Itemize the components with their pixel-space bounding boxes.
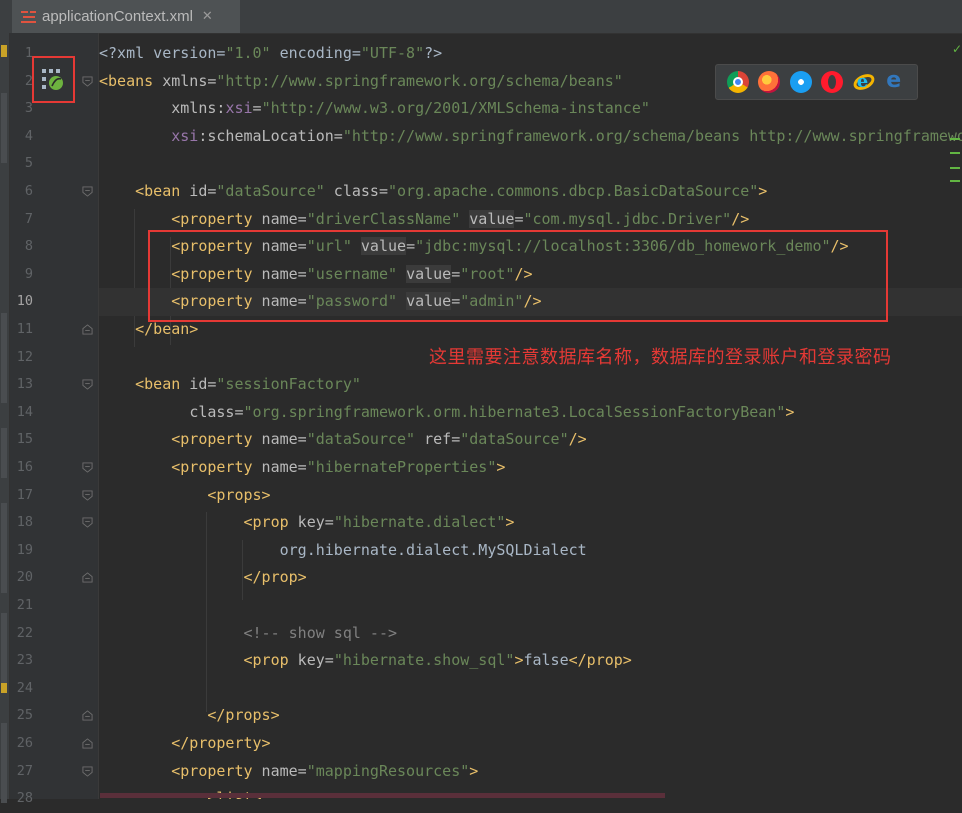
line-number: 13 bbox=[16, 376, 33, 393]
code-line-23: <prop key="hibernate.show_sql">false</pr… bbox=[243, 651, 632, 670]
code-line-15: <property name="dataSource" ref="dataSou… bbox=[171, 430, 587, 449]
firefox-icon[interactable] bbox=[758, 71, 781, 93]
gutter-highlight-box bbox=[32, 56, 75, 103]
line-number: 4 bbox=[24, 127, 33, 144]
code-line-20: </prop> bbox=[243, 568, 307, 587]
fold-marker-icon[interactable] bbox=[82, 490, 93, 501]
fold-marker-icon[interactable] bbox=[82, 738, 93, 749]
code-line-17: <props> bbox=[207, 485, 271, 504]
code-line-14: class="org.springframework.orm.hibernate… bbox=[189, 402, 795, 421]
fold-marker-icon[interactable] bbox=[82, 379, 93, 390]
line-number: 5 bbox=[24, 155, 33, 172]
xml-file-icon bbox=[21, 10, 36, 23]
change-marker[interactable] bbox=[950, 152, 960, 154]
code-line-18: <prop key="hibernate.dialect"> bbox=[243, 513, 515, 532]
fold-marker-icon[interactable] bbox=[82, 462, 93, 473]
horizontal-scrollbar[interactable] bbox=[100, 793, 665, 798]
line-number: 25 bbox=[16, 707, 33, 724]
editor-tab-bar: applicationContext.xml ✕ bbox=[0, 0, 962, 34]
code-line-4: xsi:schemaLocation="http://www.springfra… bbox=[171, 126, 962, 145]
fold-marker-icon[interactable] bbox=[82, 572, 93, 583]
fold-marker-icon[interactable] bbox=[82, 186, 93, 197]
line-number: 24 bbox=[16, 679, 33, 696]
code-line-25: </props> bbox=[207, 706, 280, 725]
line-number: 19 bbox=[16, 541, 33, 558]
annotation-note: 这里需要注意数据库名称，数据库的登录账户和登录密码 bbox=[429, 347, 892, 368]
line-number: 12 bbox=[16, 348, 33, 365]
code-line-6: <bean id="dataSource" class="org.apache.… bbox=[135, 182, 768, 200]
fold-marker-icon[interactable] bbox=[82, 710, 93, 721]
chrome-icon[interactable] bbox=[726, 71, 749, 93]
safari-icon[interactable] bbox=[789, 71, 812, 93]
fold-marker-icon[interactable] bbox=[82, 766, 93, 777]
line-number: 3 bbox=[24, 100, 33, 117]
fold-marker-icon[interactable] bbox=[82, 517, 93, 528]
line-number: 22 bbox=[16, 624, 33, 641]
fold-marker-icon[interactable] bbox=[82, 324, 93, 335]
line-number: 20 bbox=[16, 569, 33, 586]
line-number: 21 bbox=[16, 597, 33, 613]
line-number: 10 bbox=[16, 293, 33, 310]
line-number: 16 bbox=[16, 459, 33, 475]
line-number: 26 bbox=[16, 735, 33, 751]
edge-icon[interactable]: e bbox=[884, 70, 906, 93]
line-number: 17 bbox=[16, 486, 33, 503]
change-marker[interactable] bbox=[950, 180, 960, 182]
line-number: 6 bbox=[24, 183, 33, 199]
line-number: 18 bbox=[16, 514, 33, 531]
line-number: 1 bbox=[24, 45, 33, 61]
inspection-ok-icon[interactable]: ✓ bbox=[952, 42, 962, 56]
line-number: 11 bbox=[16, 321, 33, 337]
line-number: 27 bbox=[16, 762, 33, 779]
code-line-27: <property name="mappingResources"> bbox=[171, 761, 479, 780]
code-line-26: </property> bbox=[171, 734, 271, 752]
ie-icon[interactable]: e bbox=[850, 71, 877, 93]
datasource-highlight-box bbox=[148, 230, 888, 322]
code-line-16: <property name="hibernateProperties"> bbox=[171, 458, 506, 476]
tab-application-context[interactable]: applicationContext.xml ✕ bbox=[12, 0, 240, 33]
line-number: 7 bbox=[24, 210, 33, 227]
line-number: 15 bbox=[16, 431, 33, 448]
line-number: 9 bbox=[24, 265, 33, 282]
change-marker[interactable] bbox=[950, 167, 960, 169]
line-number: 2 bbox=[24, 72, 33, 89]
code-line-13: <bean id="sessionFactory" bbox=[135, 375, 361, 394]
code-line-19: org.hibernate.dialect.MySQLDialect bbox=[279, 540, 587, 559]
line-number: 8 bbox=[24, 238, 33, 255]
fold-marker-icon[interactable] bbox=[82, 76, 93, 87]
line-number: 23 bbox=[16, 652, 33, 669]
browser-preview-bar: e e bbox=[715, 64, 918, 100]
code-line-22: <!-- show sql --> bbox=[243, 623, 398, 642]
close-icon[interactable]: ✕ bbox=[202, 9, 213, 24]
change-marker[interactable] bbox=[950, 138, 960, 140]
tab-label: applicationContext.xml bbox=[42, 8, 193, 25]
opera-icon[interactable] bbox=[821, 71, 844, 93]
line-number: 14 bbox=[16, 403, 33, 420]
code-editor[interactable]: <?xml version="1.0" encoding="UTF-8"?> <… bbox=[99, 33, 962, 799]
